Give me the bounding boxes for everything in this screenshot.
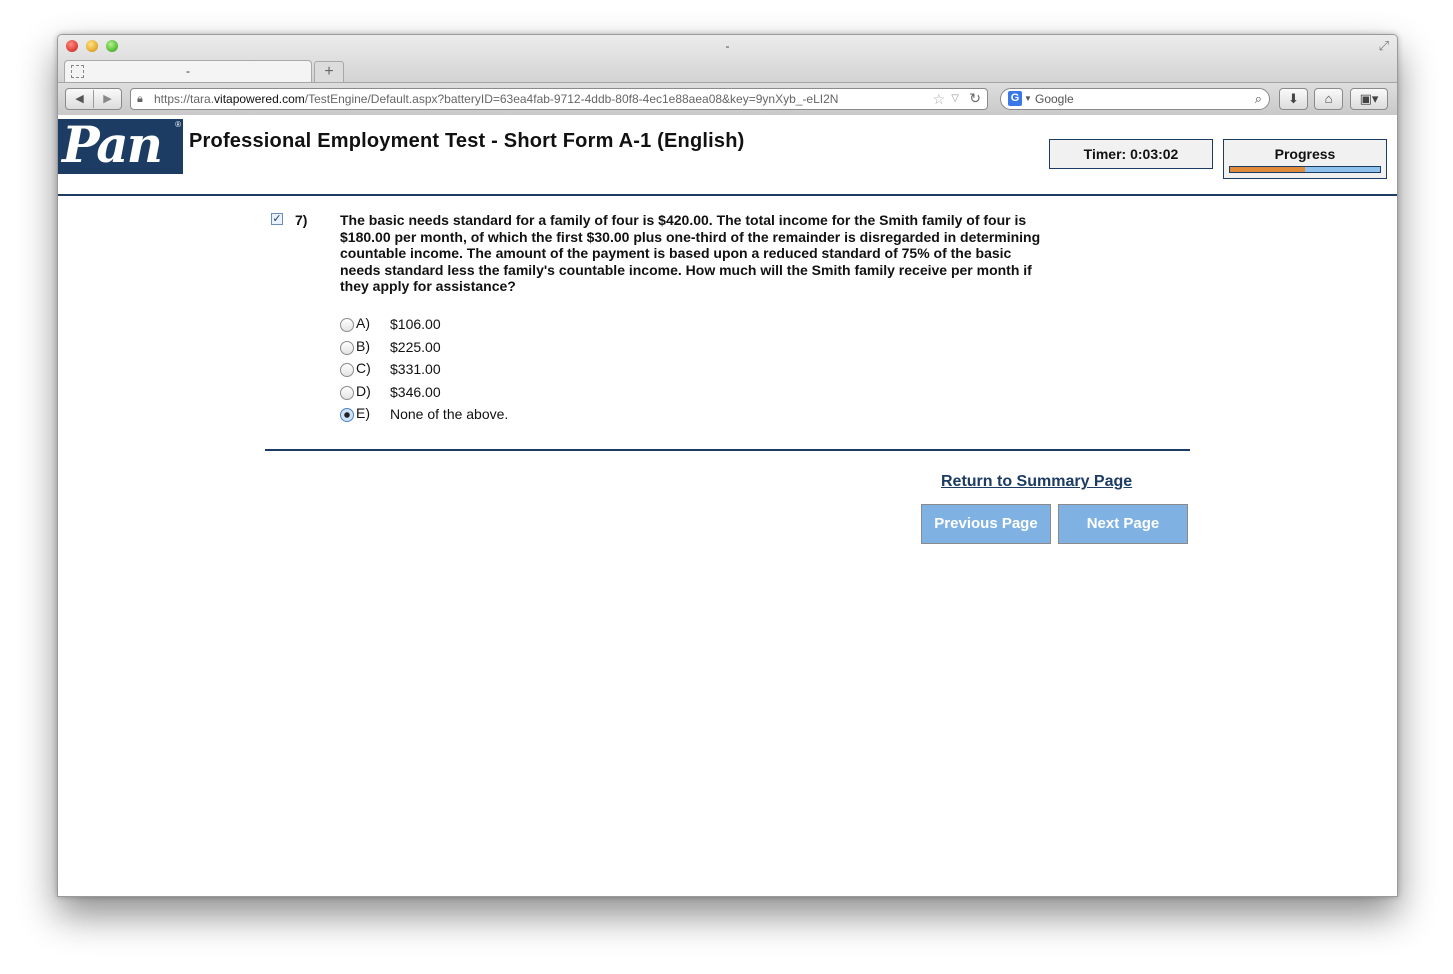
radio-button[interactable]: [340, 408, 354, 422]
address-bar[interactable]: 🔒︎ https://tara.vitapowered.com/TestEngi…: [130, 88, 988, 110]
extensions-icon[interactable]: ▣▾: [1350, 88, 1388, 110]
title-bar: - ⤢ - +: [58, 35, 1397, 83]
radio-button[interactable]: [340, 341, 354, 355]
timer-box: Timer: 0:03:02: [1049, 139, 1213, 169]
next-page-button[interactable]: Next Page: [1058, 504, 1188, 544]
fullscreen-icon[interactable]: ⤢: [1379, 38, 1389, 54]
lock-icon: 🔒︎: [137, 93, 143, 105]
home-icon[interactable]: ⌂: [1314, 88, 1343, 110]
option-text: None of the above.: [390, 406, 509, 422]
back-icon[interactable]: ◀: [66, 90, 94, 108]
search-input[interactable]: G ▼ Google ⌕: [1000, 88, 1270, 110]
reload-icon[interactable]: ↻: [969, 88, 981, 108]
tab-title: -: [186, 64, 190, 78]
progress-fill: [1230, 167, 1305, 172]
header-divider: [58, 194, 1397, 196]
url-text: https://tara.vitapowered.com/TestEngine/…: [154, 89, 929, 109]
question-number: 7): [295, 212, 308, 228]
browser-toolbar: ◀ ▶ 🔒︎ https://tara.vitapowered.com/Test…: [58, 82, 1397, 116]
question-text: The basic needs standard for a family of…: [340, 212, 1041, 294]
forward-icon[interactable]: ▶: [94, 90, 121, 108]
progress-box: Progress: [1223, 139, 1387, 179]
new-tab-button[interactable]: +: [314, 61, 344, 83]
magnifier-icon[interactable]: ⌕: [1255, 89, 1262, 109]
google-icon[interactable]: G: [1008, 91, 1022, 106]
download-icon[interactable]: ⬇: [1279, 88, 1308, 110]
search-placeholder: Google: [1035, 92, 1074, 106]
option-text: $106.00: [390, 316, 441, 332]
bookmark-star-icon[interactable]: ☆: [932, 89, 945, 109]
url-path: /TestEngine/Default.aspx?batteryID=63ea4…: [304, 92, 839, 106]
dropdown-icon[interactable]: ▽: [951, 89, 959, 109]
checkbox-icon[interactable]: ✓: [271, 213, 283, 225]
option-text: $331.00: [390, 361, 441, 377]
radio-button[interactable]: [340, 318, 354, 332]
url-prefix: https://tara.: [154, 92, 215, 106]
option-text: $346.00: [390, 384, 441, 400]
browser-tab[interactable]: -: [64, 60, 312, 83]
option-text: $225.00: [390, 339, 441, 355]
logo-registered-mark: ®: [175, 120, 181, 129]
option-letter: C): [356, 360, 371, 376]
search-engine-dropdown-icon[interactable]: ▼: [1024, 89, 1032, 109]
option-letter: B): [356, 338, 370, 354]
radio-button[interactable]: [340, 363, 354, 377]
logo-text: Pan: [62, 115, 163, 174]
progress-label: Progress: [1274, 146, 1336, 162]
progress-bar: [1229, 166, 1381, 173]
browser-window: - ⤢ - + ◀ ▶ 🔒︎ https://tara.vitapowered.…: [57, 34, 1398, 897]
nav-buttons: ◀ ▶: [65, 88, 122, 110]
radio-button[interactable]: [340, 386, 354, 400]
option-letter: A): [356, 315, 370, 331]
option-letter: E): [356, 405, 370, 421]
page-title: Professional Employment Test - Short For…: [189, 130, 745, 152]
pan-logo: Pan ®: [58, 115, 183, 174]
return-to-summary-link[interactable]: Return to Summary Page: [941, 473, 1132, 491]
content-divider: [265, 449, 1190, 451]
previous-page-button[interactable]: Previous Page: [921, 504, 1051, 544]
url-host: vitapowered.com: [214, 92, 305, 106]
page-content: Pan ® Professional Employment Test - Sho…: [58, 115, 1397, 896]
window-title: -: [725, 39, 730, 53]
option-letter: D): [356, 383, 371, 399]
